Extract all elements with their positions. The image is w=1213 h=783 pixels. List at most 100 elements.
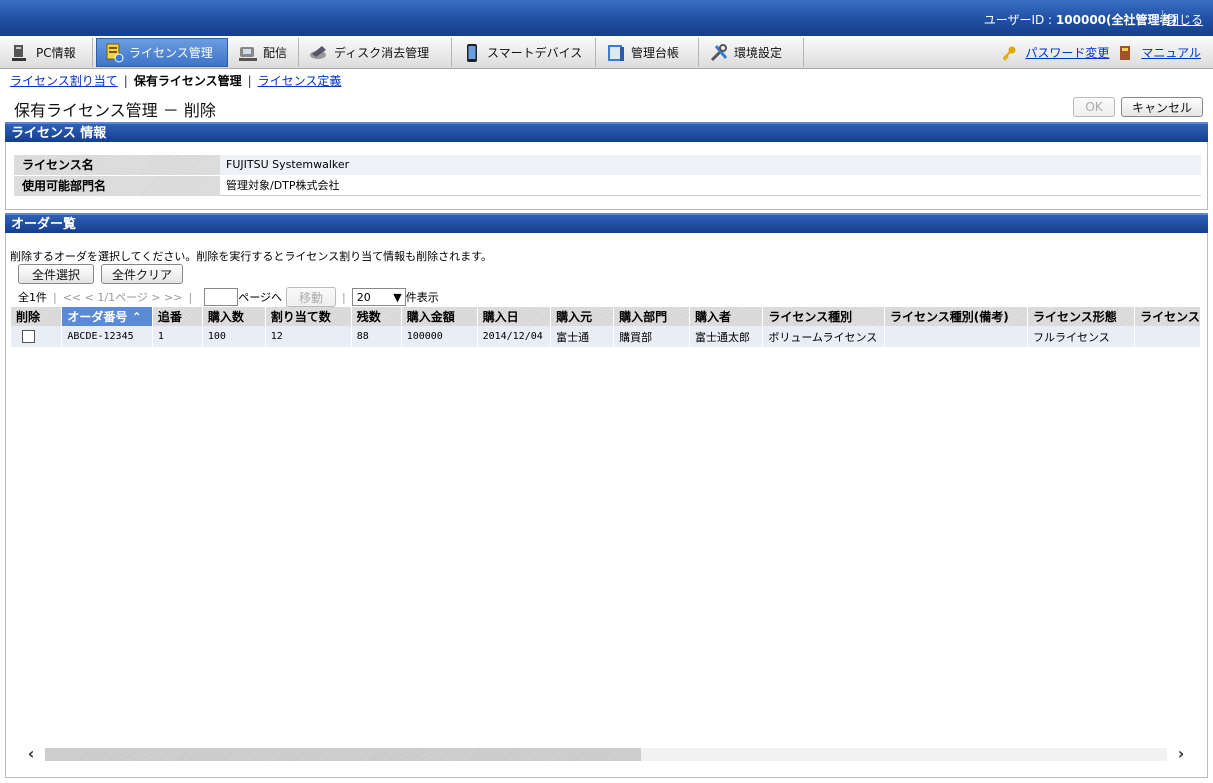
- col-sequence[interactable]: 追番: [152, 307, 203, 326]
- col-license-type-note[interactable]: ライセンス種別(備考): [884, 307, 1029, 326]
- separator: |: [188, 290, 193, 304]
- pager: 全1件 | << < 1/1ページ > >> | ページへ 移動 | 20 ▼ 件…: [18, 287, 439, 307]
- department-value: 管理対象/DTP株式会社: [220, 176, 1201, 196]
- page-title: 保有ライセンス管理 － 削除: [14, 101, 216, 120]
- col-order-number[interactable]: オーダ番号 ⌃: [61, 307, 153, 326]
- col-delete[interactable]: 削除: [11, 307, 63, 326]
- sort-ascending-icon: ⌃: [131, 310, 142, 324]
- department-key: 使用可能部門名: [14, 176, 220, 196]
- breadcrumb: ライセンス割り当て | 保有ライセンス管理 | ライセンス定義: [10, 72, 341, 89]
- separator: |: [53, 290, 57, 304]
- top-bar: ユーザーID : 100000(全社管理者) 閉じる: [0, 0, 1213, 36]
- manual-link[interactable]: マニュアル: [1141, 44, 1201, 61]
- cell-remaining: 88: [351, 326, 402, 347]
- col-assigned-qty[interactable]: 割り当て数: [265, 307, 352, 326]
- col-license-form[interactable]: ライセンス形態: [1027, 307, 1136, 326]
- cell-license-type-note: [884, 326, 1029, 347]
- delete-checkbox-cell[interactable]: [11, 326, 63, 347]
- license-info-header: ライセンス 情報: [5, 122, 1208, 142]
- col-purchase-dept[interactable]: 購入部門: [613, 307, 690, 326]
- ledger-icon: [605, 42, 627, 64]
- col-purchase-qty[interactable]: 購入数: [202, 307, 266, 326]
- page-number-input[interactable]: [204, 288, 239, 306]
- goto-page-label: ページへ: [238, 291, 282, 304]
- scroll-thumb[interactable]: [45, 748, 641, 761]
- per-page-value: 20: [356, 290, 371, 304]
- tab-pc-info[interactable]: PC情報: [4, 38, 93, 67]
- scroll-left-icon[interactable]: ‹: [19, 744, 43, 764]
- ok-button[interactable]: OK: [1073, 97, 1115, 117]
- user-label: ユーザーID :: [983, 13, 1056, 27]
- tab-disk-erase[interactable]: ディスク消去管理: [302, 38, 452, 67]
- col-purchase-amount[interactable]: 購入金額: [401, 307, 478, 326]
- total-count: 全1件: [18, 291, 47, 304]
- page-navigation[interactable]: << < 1/1ページ > >>: [63, 289, 183, 305]
- tab-delivery[interactable]: 配信: [231, 38, 299, 67]
- move-button[interactable]: 移動: [286, 287, 336, 307]
- separator: |: [247, 74, 252, 88]
- department-row: 使用可能部門名 管理対象/DTP株式会社: [14, 176, 1201, 196]
- tab-environment-settings[interactable]: 環境設定: [702, 38, 804, 67]
- change-password-link[interactable]: パスワード変更: [1025, 44, 1109, 61]
- cell-sequence: 1: [152, 326, 203, 347]
- smartphone-icon: [461, 42, 483, 64]
- table-header-row: 削除 オーダ番号 ⌃ 追番 購入数 割り当て数 残数 購入金額 購入日 購入元 …: [11, 307, 1201, 326]
- manual-book-icon: [1117, 45, 1133, 61]
- cell-license-form: フルライセンス: [1027, 326, 1136, 347]
- cell-assigned-qty: 12: [265, 326, 352, 347]
- tab-label: 環境設定: [734, 46, 783, 60]
- separator: |: [123, 74, 128, 88]
- order-table: 削除 オーダ番号 ⌃ 追番 購入数 割り当て数 残数 購入金額 購入日 購入元 …: [11, 307, 1201, 348]
- tab-label: ライセンス管理: [129, 46, 213, 60]
- separator: |: [342, 290, 346, 304]
- cell-purchase-amount: 100000: [401, 326, 478, 347]
- table-row[interactable]: ABCDE-12345 1 100 12 88 100000 2014/12/0…: [11, 326, 1201, 347]
- tab-ledger[interactable]: 管理台帳: [599, 38, 699, 67]
- tab-label: スマートデバイス: [487, 46, 583, 60]
- delete-checkbox[interactable]: [22, 330, 35, 344]
- col-vendor[interactable]: 購入元: [550, 307, 615, 326]
- subnav-license-assign[interactable]: ライセンス割り当て: [10, 74, 118, 88]
- col-purchase-date[interactable]: 購入日: [477, 307, 552, 326]
- cell-license-type: ボリュームライセンス: [762, 326, 885, 347]
- tab-label: 配信: [263, 46, 288, 60]
- tab-label: PC情報: [36, 46, 76, 60]
- disk-erase-icon: [308, 42, 330, 64]
- tab-smart-device[interactable]: スマートデバイス: [455, 38, 596, 67]
- cell-purchase-dept: 購買部: [613, 326, 690, 347]
- cell-purchase-date: 2014/12/04: [477, 326, 552, 347]
- user-value: 100000(全社管理者): [1055, 13, 1177, 27]
- license-name-key: ライセンス名: [14, 155, 220, 175]
- license-icon: [103, 42, 125, 64]
- license-name-value: FUJITSU Systemwalker: [220, 155, 1201, 175]
- subnav-owned-license: 保有ライセンス管理: [133, 74, 242, 88]
- col-license-type[interactable]: ライセンス種別: [762, 307, 885, 326]
- cancel-button[interactable]: キャンセル: [1121, 97, 1203, 117]
- instruction-text: 削除するオーダを選択してください。削除を実行するとライセンス割り当て情報も削除さ…: [10, 250, 493, 263]
- cell-vendor: 富士通: [550, 326, 615, 347]
- chevron-down-icon: ▼: [393, 290, 402, 304]
- license-name-row: ライセンス名 FUJITSU Systemwalker: [14, 155, 1201, 175]
- user-info: ユーザーID : 100000(全社管理者): [984, 11, 1177, 28]
- tab-license-management[interactable]: ライセンス管理: [96, 38, 228, 67]
- close-link[interactable]: 閉じる: [1167, 11, 1203, 28]
- col-remaining[interactable]: 残数: [351, 307, 402, 326]
- col-license-more[interactable]: ライセンス: [1134, 307, 1201, 326]
- pc-icon: [10, 42, 32, 64]
- select-all-button[interactable]: 全件選択: [18, 264, 94, 284]
- cell-purchase-qty: 100: [202, 326, 266, 347]
- key-icon: [1001, 45, 1017, 61]
- col-purchaser[interactable]: 購入者: [689, 307, 764, 326]
- clear-all-button[interactable]: 全件クリア: [101, 264, 183, 284]
- subnav-license-definition[interactable]: ライセンス定義: [258, 74, 342, 88]
- tab-label: 管理台帳: [631, 46, 680, 60]
- tools-icon: [708, 42, 730, 64]
- per-page-select[interactable]: 20 ▼: [351, 288, 406, 306]
- license-info-panel: ライセンス名 FUJITSU Systemwalker 使用可能部門名 管理対象…: [5, 142, 1208, 210]
- horizontal-scrollbar[interactable]: ‹ ›: [11, 744, 1201, 764]
- scroll-right-icon[interactable]: ›: [1169, 744, 1193, 764]
- cell-license-more: [1134, 326, 1201, 347]
- nav-utility-links: パスワード変更 マニュアル: [1001, 44, 1201, 61]
- cell-order-number: ABCDE-12345: [61, 326, 153, 347]
- tab-label: ディスク消去管理: [334, 46, 430, 60]
